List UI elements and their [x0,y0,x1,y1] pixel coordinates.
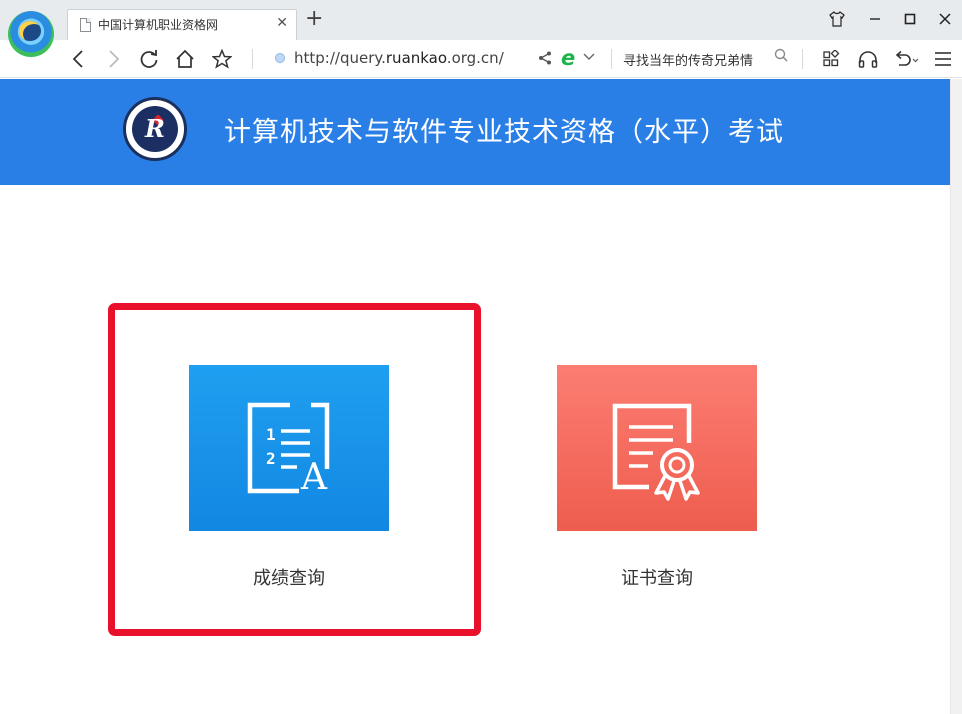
toolbar-divider [611,49,612,69]
browser-tab[interactable]: 中国计算机职业资格网 ✕ [67,9,297,41]
svg-text:2: 2 [266,449,276,468]
score-list-icon: 1 2 A [247,402,330,498]
certificate-icon [612,403,700,501]
ie-icon[interactable]: e [561,46,575,70]
score-query-label[interactable]: 成绩查询 [189,564,389,590]
headset-icon[interactable] [857,46,879,72]
svg-text:1: 1 [266,425,276,444]
close-window-icon[interactable] [928,6,962,32]
back-icon[interactable] [68,46,88,72]
search-suggestion[interactable]: 寻找当年的传奇兄弟情 [623,50,753,69]
share-icon[interactable] [538,50,552,69]
tab-close-icon[interactable]: ✕ [276,15,288,31]
svg-text:A: A [300,457,328,498]
vertical-scrollbar[interactable] [950,79,962,714]
home-icon[interactable] [174,46,196,72]
url-suffix: .org.cn/ [446,49,504,67]
page-icon [80,18,91,32]
refresh-icon[interactable] [138,46,160,72]
url-prefix: http://query. [294,49,386,67]
search-icon[interactable] [774,47,788,66]
certificate-query-button[interactable] [557,365,757,531]
site-secure-icon[interactable] [275,53,285,63]
ruankao-emblem-logo: R [123,97,187,161]
new-tab-button[interactable]: + [305,8,323,30]
page-title: 计算机技术与软件专业技术资格（水平）考试 [224,117,784,148]
score-query-button[interactable]: 1 2 A [189,365,389,531]
skin-icon[interactable] [820,6,854,32]
browser-toolbar: http://query.ruankao.org.cn/ e 寻找当年的传奇兄弟… [0,40,962,78]
menu-icon[interactable] [932,46,954,72]
tab-title: 中国计算机职业资格网 [98,18,219,32]
apps-icon[interactable] [820,46,842,72]
certificate-query-label[interactable]: 证书查询 [557,564,757,590]
toolbar-divider [252,49,253,69]
chevron-down-icon[interactable] [583,49,595,65]
minimize-icon[interactable] [858,6,892,32]
page-header-banner: R 计算机技术与软件专业技术资格（水平）考试 [0,79,950,185]
star-icon[interactable] [211,46,233,72]
browser-logo-icon[interactable] [8,11,54,57]
forward-icon[interactable] [104,46,124,72]
browser-titlebar: 中国计算机职业资格网 ✕ + [0,0,962,41]
maximize-icon[interactable] [893,6,927,32]
url-domain: ruankao [385,49,447,67]
undo-icon[interactable] [892,46,920,72]
address-bar[interactable]: http://query.ruankao.org.cn/ [294,49,504,67]
toolbar-divider [802,49,803,69]
